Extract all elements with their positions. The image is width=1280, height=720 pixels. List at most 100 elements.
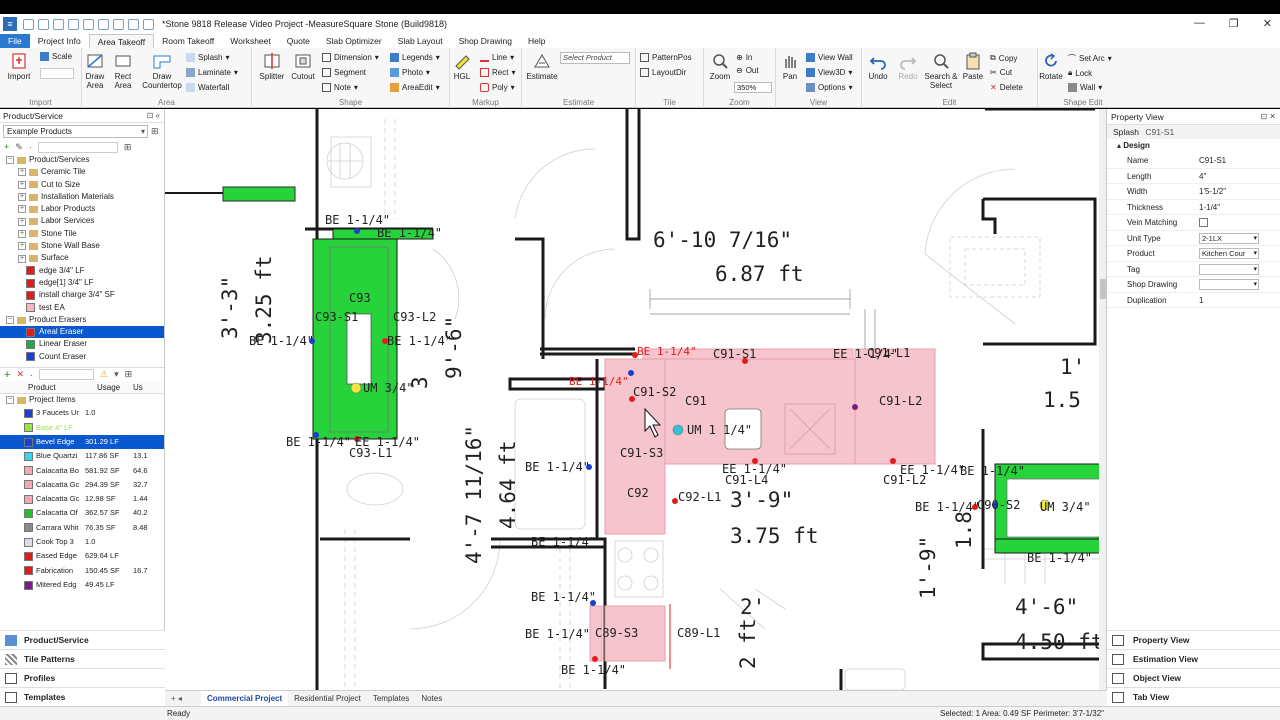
new-file-icon[interactable]: [23, 18, 34, 30]
tree-item[interactable]: edge 3/4" LF: [0, 265, 164, 277]
scale-button[interactable]: Scale: [40, 52, 72, 61]
legends-button[interactable]: Legends ▾: [390, 53, 440, 62]
waterfall-button[interactable]: Waterfall: [186, 83, 229, 92]
tree-item[interactable]: + Ceramic Tile: [0, 166, 164, 178]
poly-button[interactable]: Poly ▾: [480, 83, 515, 92]
expand-icon[interactable]: +: [18, 180, 26, 189]
search-select-button[interactable]: Search & Select: [924, 52, 958, 90]
settings-qat-icon[interactable]: [98, 18, 109, 30]
sheet-tab-arrows[interactable]: + ◂: [165, 694, 201, 703]
zoom-button[interactable]: Zoom: [706, 52, 734, 81]
cloud-qat-icon[interactable]: [143, 18, 154, 30]
photo-button[interactable]: Photo ▾: [390, 68, 430, 77]
tree-item[interactable]: + Stone Tile: [0, 228, 164, 240]
collapse-icon[interactable]: −: [6, 156, 14, 165]
estimate-button[interactable]: Estimate: [524, 52, 560, 81]
vertical-scroll-thumb[interactable]: [1100, 279, 1106, 299]
save-icon[interactable]: [53, 18, 64, 30]
items-grid-icon[interactable]: ⊞: [125, 369, 133, 380]
property-dropdown[interactable]: 2-1LX: [1199, 232, 1259, 244]
property-dropdown[interactable]: Kitchen Cour: [1199, 248, 1259, 259]
catalog-settings-icon[interactable]: ⊞: [151, 126, 159, 137]
add-item-icon[interactable]: +: [4, 369, 10, 381]
nav-tile-patterns[interactable]: Tile Patterns: [0, 649, 165, 668]
collapse-triangle-icon[interactable]: ▴: [1117, 141, 1121, 150]
tab-commercial-project[interactable]: Commercial Project: [201, 690, 289, 707]
property-dropdown[interactable]: [1199, 263, 1259, 275]
tree-item[interactable]: Linear Eraser: [0, 338, 164, 350]
edit-icon[interactable]: ✎: [15, 142, 23, 153]
property-value[interactable]: 1'5-1/2": [1199, 184, 1259, 199]
tree-item[interactable]: edge[1] 3/4" LF: [0, 277, 164, 289]
line-button[interactable]: Line ▾: [480, 53, 514, 62]
project-items-root[interactable]: − Project Items: [0, 394, 164, 406]
table-row[interactable]: Blue Quartzi 117.86 SF 13.1: [0, 449, 164, 463]
tree-item[interactable]: Count Eraser: [0, 351, 164, 363]
tab-templates[interactable]: Templates: [367, 691, 415, 707]
property-value[interactable]: 4": [1199, 169, 1259, 184]
property-dropdown[interactable]: [1199, 279, 1259, 290]
property-value[interactable]: 1: [1199, 293, 1259, 308]
nav-property-view[interactable]: Property View: [1107, 630, 1280, 649]
table-row[interactable]: 3 Faucets Ur 1.0: [0, 406, 164, 420]
more-icon[interactable]: ·: [29, 142, 32, 152]
column-us[interactable]: Us: [133, 381, 151, 393]
product-catalog-dropdown[interactable]: Example Products: [3, 125, 148, 138]
note-button[interactable]: Note ▾: [322, 83, 358, 92]
table-row[interactable]: Mitered Edg 49.45 LF: [0, 578, 164, 592]
areaedit-button[interactable]: AreaEdit ▾: [390, 83, 440, 92]
tree-item[interactable]: + Stone Wall Base: [0, 240, 164, 252]
tree-options-icon[interactable]: ⊞: [124, 142, 132, 153]
tab-file[interactable]: File: [0, 34, 30, 48]
undo-button[interactable]: Undo: [864, 52, 892, 81]
remove-item-icon[interactable]: ✕: [16, 369, 24, 380]
tab-project-info[interactable]: Project Info: [30, 34, 89, 48]
expand-icon[interactable]: +: [18, 254, 26, 263]
property-value[interactable]: C91-S1: [1199, 153, 1259, 168]
table-row[interactable]: Eased Edge 629.64 LF: [0, 549, 164, 563]
drawing-canvas[interactable]: 6'-10 7/16" 6.87 ft 3'-9" 3.75 ft 4'-6" …: [165, 109, 1107, 690]
select-product-dropdown[interactable]: Select Product: [560, 52, 630, 64]
tree-filter-field[interactable]: [37, 141, 118, 153]
tree-item[interactable]: − Product Erasers: [0, 314, 164, 326]
import-button[interactable]: Import: [4, 52, 34, 81]
nav-profiles[interactable]: Profiles: [0, 668, 165, 687]
expand-icon[interactable]: +: [18, 205, 26, 214]
redo-qat-icon[interactable]: [83, 18, 94, 30]
help-qat-icon[interactable]: [128, 18, 139, 30]
cutout-button[interactable]: Cutout: [288, 52, 318, 81]
zoom-level-field[interactable]: 350%: [734, 82, 772, 93]
laminate-button[interactable]: Laminate ▾: [186, 68, 238, 77]
tab-help[interactable]: Help: [520, 34, 553, 48]
nav-object-view[interactable]: Object View: [1107, 668, 1280, 687]
close-icon[interactable]: ✕: [1269, 112, 1276, 121]
collapse-icon[interactable]: −: [6, 316, 14, 324]
maximize-icon[interactable]: ❐: [1229, 17, 1239, 30]
dimension-button[interactable]: Dimension ▾: [322, 53, 379, 62]
table-row[interactable]: Bevel Edge 301.29 LF: [0, 434, 164, 450]
rect-button[interactable]: Rect ▾: [480, 68, 515, 77]
draw-area-button[interactable]: Draw Area: [82, 52, 108, 90]
property-value[interactable]: 1-1/4": [1199, 200, 1259, 215]
tab-quote[interactable]: Quote: [279, 34, 318, 48]
nav-templates[interactable]: Templates: [0, 687, 165, 706]
tree-item[interactable]: + Installation Materials: [0, 191, 164, 203]
splitter-button[interactable]: Splitter: [256, 52, 288, 81]
undo-qat-icon[interactable]: [68, 18, 79, 30]
tree-item[interactable]: + Labor Services: [0, 215, 164, 227]
minimize-icon[interactable]: —: [1194, 17, 1205, 30]
close-icon[interactable]: ✕: [1263, 17, 1272, 30]
tab-slab-layout[interactable]: Slab Layout: [390, 34, 451, 48]
items-more-icon[interactable]: ·: [30, 370, 33, 380]
view-wall-button[interactable]: View Wall: [806, 53, 853, 62]
segment-button[interactable]: Segment: [322, 68, 366, 77]
image-qat-icon[interactable]: [113, 18, 124, 30]
tree-item[interactable]: + Surface: [0, 252, 164, 264]
items-dropdown-icon[interactable]: ▾: [114, 369, 119, 380]
warning-icon[interactable]: ⚠: [100, 369, 108, 380]
items-filter-field[interactable]: [38, 369, 94, 381]
scale-field[interactable]: [40, 68, 74, 79]
copy-button[interactable]: ⧉ Copy: [990, 53, 1017, 63]
tab-slab-optimizer[interactable]: Slab Optimizer: [318, 34, 390, 48]
open-file-icon[interactable]: [38, 18, 49, 30]
